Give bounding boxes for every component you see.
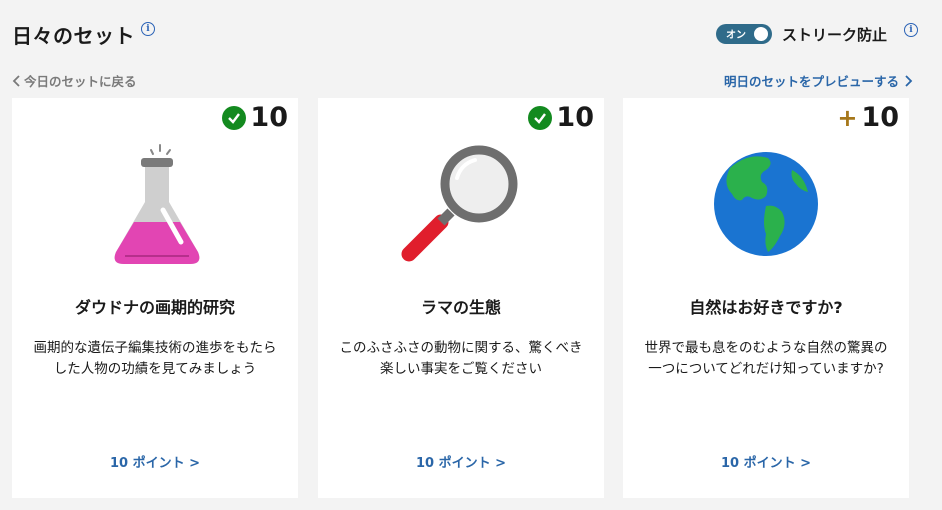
toggle-knob <box>754 27 768 41</box>
points-value: 10 <box>861 102 899 133</box>
streak-info-icon[interactable]: i <box>904 23 918 37</box>
check-icon <box>222 105 247 130</box>
daily-set-card-2[interactable]: 10 ラマの生態 このふさふさの動物に関する、驚くべき楽しい事実をご覧ください … <box>318 98 604 498</box>
points-value: 10 <box>556 102 594 133</box>
card-description: このふさふさの動物に関する、驚くべき楽しい事実をご覧ください <box>339 340 583 377</box>
daily-set-card-1[interactable]: 10 ダウドナの画期的研究 画期的な遺伝子編集技術の進歩をもたらした人物の功績を… <box>12 98 298 498</box>
streak-protection-label: ストリーク防止 <box>782 26 888 44</box>
preview-link-label: 明日のセットをプレビューする <box>724 74 900 89</box>
card-title: ラマの生態 <box>420 298 501 317</box>
back-link-label: 今日のセットに戻る <box>24 74 137 89</box>
card-points-link[interactable]: 10 ポイント > <box>12 452 298 471</box>
flask-icon <box>12 140 298 275</box>
plus-icon: + <box>837 103 858 132</box>
card-description: 世界で最も息をのむような自然の驚異の一つについてどれだけ知っていますか? <box>644 340 888 377</box>
back-to-today-link[interactable]: 今日のセットに戻る <box>12 71 137 90</box>
card-points-link[interactable]: 10 ポイント > <box>318 452 604 471</box>
chevron-left-icon <box>12 74 20 87</box>
card-description: 画期的な遺伝子編集技術の進歩をもたらした人物の功績を見てみましょう <box>33 340 277 377</box>
page-title: 日々のセット <box>12 24 135 48</box>
check-icon <box>528 105 553 130</box>
magnifier-icon <box>318 140 604 275</box>
toggle-label: オン <box>726 30 746 41</box>
points-badge: 10 <box>528 104 594 131</box>
card-title: 自然はお好きですか? <box>689 298 843 317</box>
points-badge: 10 <box>222 104 288 131</box>
streak-toggle[interactable]: オン <box>716 24 772 44</box>
globe-icon <box>623 140 909 275</box>
points-value: 10 <box>250 102 288 133</box>
info-icon[interactable]: i <box>141 22 155 36</box>
card-title: ダウドナの画期的研究 <box>74 298 235 317</box>
points-badge: + 10 <box>837 104 899 131</box>
daily-set-card-3[interactable]: + 10 自然はお好きですか? 世界で最も息をのむような自然の驚異の一つについて… <box>623 98 909 498</box>
preview-tomorrow-link[interactable]: 明日のセットをプレビューする <box>724 71 913 90</box>
card-points-link[interactable]: 10 ポイント > <box>623 452 909 471</box>
chevron-right-icon <box>905 74 913 87</box>
